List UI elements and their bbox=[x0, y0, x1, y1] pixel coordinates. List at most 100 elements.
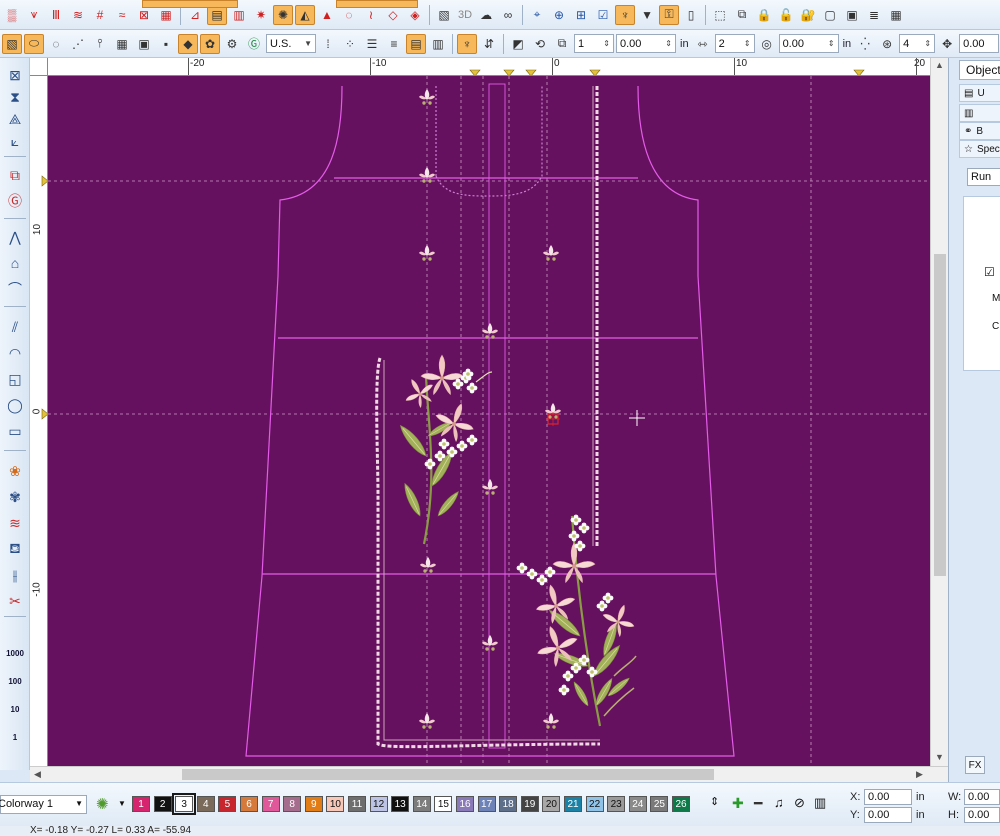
spin-arrow-icon[interactable]: ⇕ bbox=[603, 39, 610, 48]
thread-list-icon[interactable]: ▥ bbox=[814, 795, 826, 811]
applique-tool-icon[interactable]: Ⓖ bbox=[4, 190, 26, 212]
chevron-down-icon[interactable]: ▼ bbox=[75, 799, 83, 808]
point-select-icon[interactable]: ⋰ bbox=[68, 34, 88, 54]
column-stitch-icon[interactable]: Ⅲ bbox=[46, 5, 66, 25]
scale-1000-button[interactable]: 1000 bbox=[4, 642, 26, 664]
color-swatch-9[interactable]: 9 bbox=[304, 796, 323, 812]
horizontal-scrollbar[interactable]: ◀ ▶ bbox=[30, 766, 948, 782]
radial-copy-icon[interactable]: ⊛ bbox=[877, 34, 897, 54]
reshape-tool-icon[interactable]: ⊠ bbox=[4, 64, 26, 86]
image-icon[interactable]: ▪ bbox=[156, 34, 176, 54]
arc-tool-icon[interactable]: ◠ bbox=[4, 342, 26, 364]
units-select[interactable]: U.S. ▼ bbox=[266, 34, 316, 53]
scissors-icon[interactable]: ✂ bbox=[4, 590, 26, 612]
colorway-select[interactable]: Colorway 1 ▼ bbox=[0, 795, 87, 814]
color-swatch-18[interactable]: 18 bbox=[499, 796, 518, 812]
scroll-down-icon[interactable]: ▼ bbox=[935, 752, 944, 762]
spin-arrow-icon[interactable]: ⇕ bbox=[744, 39, 751, 48]
palette-icon[interactable]: ◆ bbox=[178, 33, 198, 54]
color-picker-icon[interactable]: ✿ bbox=[200, 33, 220, 54]
y-field[interactable]: 0.00 bbox=[864, 807, 912, 823]
no-color-icon[interactable]: ⊘ bbox=[794, 795, 805, 811]
panel-item[interactable]: ▥ bbox=[959, 104, 1000, 122]
field-c[interactable]: 2 ⇕ bbox=[714, 34, 755, 53]
lasso-icon[interactable]: ◌ bbox=[46, 34, 66, 54]
break-apart-icon[interactable]: ⧉ bbox=[4, 164, 26, 186]
color-swatch-20[interactable]: 20 bbox=[542, 796, 561, 812]
field-b[interactable]: 0.00 ⇕ bbox=[616, 34, 676, 53]
show-icon[interactable]: ▣ bbox=[842, 5, 862, 25]
split-tool-icon[interactable]: ⫲ bbox=[4, 564, 26, 586]
color-swatch-10[interactable]: 10 bbox=[326, 796, 345, 812]
layers-icon[interactable]: ≣ bbox=[864, 5, 884, 25]
needle-point-icon[interactable]: ▼ bbox=[637, 5, 657, 25]
chain-icon[interactable]: ∞ bbox=[498, 5, 518, 25]
cloud-icon[interactable]: ☁ bbox=[476, 5, 496, 25]
color-wheel-icon[interactable]: ✺ bbox=[96, 795, 109, 813]
color-swatch-22[interactable]: 22 bbox=[585, 796, 604, 812]
digitize-open-icon[interactable]: ⋀ bbox=[4, 226, 26, 248]
spin-arrow-icon[interactable]: ⇕ bbox=[828, 39, 835, 48]
ellipse-icon[interactable]: ◯ bbox=[4, 394, 26, 416]
satin-stitch-icon[interactable]: ⩛ bbox=[24, 5, 44, 25]
fill-stitch-icon[interactable]: ▒ bbox=[2, 5, 22, 25]
cross-stitch-icon[interactable]: # bbox=[90, 5, 110, 25]
chevron-down-icon[interactable]: ▼ bbox=[304, 39, 312, 48]
more-icon[interactable]: ▦ bbox=[886, 5, 906, 25]
select-frame-icon[interactable]: ⬚ bbox=[710, 5, 730, 25]
stitch-direction-icon[interactable]: ⟀ bbox=[4, 130, 26, 152]
mirror-icon[interactable]: ◩ bbox=[508, 34, 528, 54]
sheet-icon[interactable]: ▥ bbox=[428, 34, 448, 54]
color-swatch-23[interactable]: 23 bbox=[607, 796, 626, 812]
rectangle-icon[interactable]: ▭ bbox=[4, 420, 26, 442]
scroll-left-icon[interactable]: ◀ bbox=[34, 769, 41, 780]
color-swatch-17[interactable]: 17 bbox=[477, 796, 496, 812]
group-icon[interactable]: ⧉ bbox=[732, 5, 752, 25]
scale-100-button[interactable]: 100 bbox=[4, 670, 26, 692]
matrix-icon[interactable]: ⁘ bbox=[340, 34, 360, 54]
column-tool-icon[interactable]: ⌒ bbox=[4, 278, 26, 300]
swatch-scroll-icon[interactable]: ⇕ bbox=[710, 795, 719, 808]
field-a[interactable]: 1 ⇕ bbox=[574, 34, 614, 53]
color-swatch-11[interactable]: 11 bbox=[348, 796, 366, 812]
panel-title[interactable]: Objects bbox=[959, 60, 1000, 80]
h-field[interactable]: 0.00 bbox=[964, 807, 1000, 823]
digitize-closed-icon[interactable]: ⌂ bbox=[4, 252, 26, 274]
sequence-icon[interactable]: ⇵ bbox=[479, 34, 499, 54]
motif-icon[interactable]: ✾ bbox=[4, 486, 26, 508]
bullet-list-icon[interactable]: ☰ bbox=[362, 34, 382, 54]
color-swatch-8[interactable]: 8 bbox=[283, 796, 302, 812]
chevron-down-icon[interactable]: ▼ bbox=[118, 799, 126, 808]
auto-digitize-icon[interactable]: ❀ bbox=[4, 460, 26, 482]
sunburst-fill-icon[interactable]: ✷ bbox=[251, 5, 271, 25]
parallel-lines-icon[interactable]: ⫽ bbox=[4, 316, 26, 338]
field-d[interactable]: 0.00 ⇕ bbox=[778, 34, 839, 53]
scale-1-button[interactable]: 1 bbox=[4, 726, 26, 748]
shape-tool-icon[interactable]: ◱ bbox=[4, 368, 26, 390]
color-swatch-12[interactable]: 12 bbox=[369, 796, 388, 812]
hoop-icon[interactable]: ▣ bbox=[134, 34, 154, 54]
color-swatch-26[interactable]: 26 bbox=[672, 796, 690, 812]
wave-stitch-icon[interactable]: ≈ bbox=[112, 5, 132, 25]
horizontal-scroll-thumb[interactable] bbox=[182, 769, 714, 780]
design-canvas[interactable] bbox=[48, 76, 930, 766]
stitch-angle-icon[interactable]: ⟁ bbox=[4, 108, 26, 130]
stitch-list-icon[interactable]: ⁞ bbox=[318, 34, 338, 54]
scroll-right-icon[interactable]: ▶ bbox=[916, 769, 923, 780]
spin-arrow-icon[interactable]: ⇕ bbox=[924, 39, 931, 48]
color-swatch-24[interactable]: 24 bbox=[628, 796, 647, 812]
field-f[interactable]: 0.00 bbox=[959, 34, 1000, 53]
refresh-icon[interactable]: Ⓖ bbox=[244, 34, 264, 54]
pin-icon[interactable]: ⫯ bbox=[90, 34, 110, 54]
hourglass-tool-icon[interactable]: ⧗ bbox=[4, 86, 26, 108]
reshape-icon[interactable]: ⌖ bbox=[527, 5, 547, 25]
key-lock-icon[interactable]: 🔐 bbox=[798, 5, 818, 25]
contour-fill-icon[interactable]: ◭ bbox=[295, 4, 315, 25]
panel-item[interactable]: ▤ U bbox=[959, 84, 1000, 102]
thread-chart-icon[interactable]: ♫ bbox=[774, 795, 784, 810]
transform-icon[interactable]: ⊕ bbox=[549, 5, 569, 25]
color-swatch-25[interactable]: 25 bbox=[650, 796, 669, 812]
star-array-icon[interactable]: ✥ bbox=[937, 34, 957, 54]
color-swatch-21[interactable]: 21 bbox=[564, 796, 582, 812]
remove-color-icon[interactable]: ━ bbox=[754, 795, 762, 812]
